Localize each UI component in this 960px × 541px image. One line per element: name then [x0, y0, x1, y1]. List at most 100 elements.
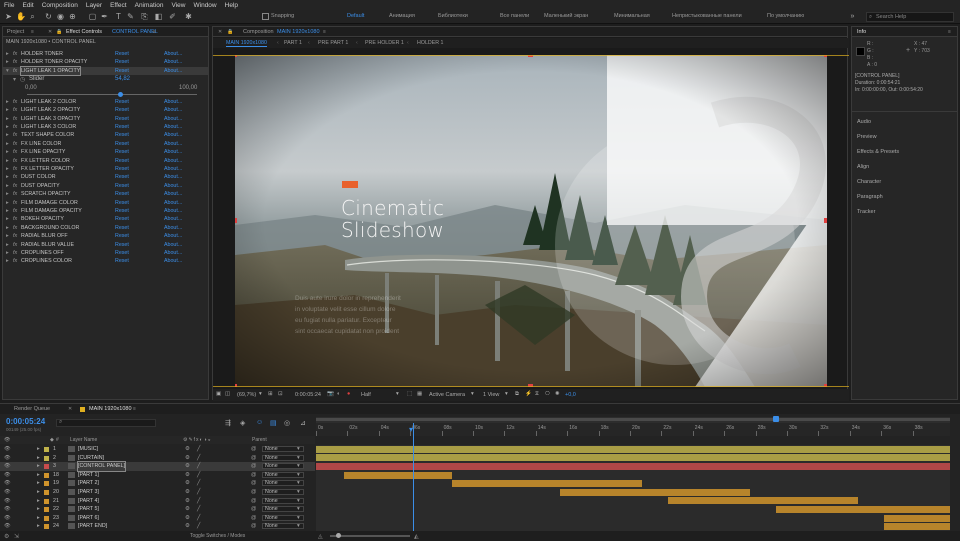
eye-icon[interactable]: 👁 [4, 454, 11, 462]
mask-visibility-icon[interactable]: ◫ [225, 391, 230, 397]
layer-bar[interactable] [776, 506, 950, 513]
menu-window[interactable]: Window [194, 2, 217, 9]
effect-row[interactable]: ▸ fx DUST OPACITY Reset About... [3, 182, 208, 190]
shy-switch-icon[interactable]: ⚙ [185, 522, 190, 530]
layer-name[interactable]: [PART 3] [78, 488, 99, 496]
effect-row[interactable]: ▸ fx FX LINE COLOR Reset About... [3, 140, 208, 148]
shy-switch-icon[interactable]: ⚙ [185, 454, 190, 462]
camera-select[interactable]: Active Camera [429, 392, 465, 398]
about-button[interactable]: About... [164, 207, 182, 215]
twirl-icon[interactable]: ▸ [6, 182, 9, 190]
effect-row[interactable]: ▸ fx CROPLINES COLOR Reset About... [3, 257, 208, 265]
toggle-switches-modes[interactable]: Toggle Switches / Modes [190, 533, 245, 539]
chevron-down-icon[interactable]: ▾ [396, 391, 399, 397]
chevron-down-icon[interactable]: ▾ [297, 479, 300, 487]
workspace-by-default[interactable]: По умолчанию [767, 13, 804, 19]
snapshot-icon[interactable]: 📷 [327, 391, 334, 397]
crumb-main[interactable]: MAIN 1920x1080 [226, 40, 267, 47]
label-color[interactable] [44, 447, 49, 452]
menu-file[interactable]: File [4, 2, 14, 9]
label-color[interactable] [44, 507, 49, 513]
menu-effect[interactable]: Effect [110, 2, 127, 9]
menu-animation[interactable]: Animation [135, 2, 164, 9]
eye-icon[interactable]: 👁 [4, 471, 11, 479]
layer-name[interactable]: [PART 6] [78, 514, 99, 522]
quality-switch-icon[interactable]: ╱ [197, 505, 200, 513]
menu-composition[interactable]: Composition [42, 2, 78, 9]
layer-row[interactable]: 👁 ▸ 20 [PART 3] ⚙ ╱ @ None ▾ [0, 488, 315, 496]
about-button[interactable]: About... [164, 157, 182, 165]
effect-row[interactable]: ▸ fx FILM DAMAGE COLOR Reset About... [3, 199, 208, 207]
tab-main-timeline[interactable]: MAIN 1920x1080 [89, 406, 132, 412]
region-of-interest-icon[interactable]: ⬚ [407, 391, 412, 397]
fx-toggle-icon[interactable]: fx [13, 241, 17, 249]
grid-icon[interactable]: ⊞ [268, 391, 273, 397]
about-button[interactable]: About... [164, 50, 182, 58]
about-button[interactable]: About... [164, 224, 182, 232]
panel-menu-icon[interactable]: ≡ [153, 29, 156, 35]
about-button[interactable]: About... [164, 140, 182, 148]
layer-row[interactable]: 👁 ▸ 23 [PART 6] ⚙ ╱ @ None ▾ [0, 514, 315, 522]
close-icon[interactable]: ✕ [68, 406, 72, 412]
selection-tool-icon[interactable]: ➤ [4, 12, 13, 21]
effect-row[interactable]: ▸ fx CROPLINES OFF Reset About... [3, 249, 208, 257]
label-color[interactable] [44, 498, 49, 504]
reset-button[interactable]: Reset [115, 106, 129, 114]
twirl-icon[interactable]: ▸ [37, 497, 40, 505]
quality-switch-icon[interactable]: ╱ [197, 479, 200, 487]
layer-name[interactable]: [MUSIC] [78, 445, 98, 453]
draft-3d-icon[interactable]: ◈ [240, 419, 245, 427]
twirl-icon[interactable]: ▸ [37, 454, 40, 462]
snapping-checkbox[interactable] [262, 13, 269, 20]
chevron-down-icon[interactable]: ▾ [297, 497, 300, 505]
about-button[interactable]: About... [164, 115, 182, 123]
tab-render-queue[interactable]: Render Queue [14, 406, 50, 412]
reset-button[interactable]: Reset [115, 50, 129, 58]
label-color[interactable] [44, 481, 49, 487]
fx-toggle-icon[interactable]: fx [13, 50, 17, 58]
shy-switch-icon[interactable]: ⚙ [185, 488, 190, 496]
twirl-icon[interactable]: ▸ [37, 462, 40, 470]
camera-tool-icon[interactable]: ◉ [56, 12, 65, 21]
timeline-search-input[interactable]: ⌕ [56, 419, 156, 427]
reset-button[interactable]: Reset [115, 98, 129, 106]
fx-toggle-icon[interactable]: fx [13, 173, 17, 181]
layer-bar[interactable] [316, 463, 950, 470]
effect-row[interactable]: ▸ fx FILM DAMAGE OPACITY Reset About... [3, 207, 208, 215]
timeline-zoom-slider[interactable] [330, 533, 410, 538]
playhead[interactable]: ▾ [409, 423, 414, 531]
panel-menu-icon[interactable]: ≡ [31, 29, 34, 35]
chevron-down-icon[interactable]: ▾ [259, 391, 262, 397]
panel-menu-icon[interactable]: ≡ [323, 29, 326, 35]
effect-row[interactable]: ▸ fx RADIAL BLUR VALUE Reset About... [3, 241, 208, 249]
label-color[interactable] [44, 515, 49, 521]
about-button[interactable]: About... [164, 58, 182, 66]
layer-row[interactable]: 👁 ▸ 2 [CURTAIN] ⚙ ╱ @ None ▾ [0, 454, 315, 462]
reset-button[interactable]: Reset [115, 140, 129, 148]
viewer-timecode[interactable]: 0:00:05:24 [295, 392, 321, 398]
transparency-grid-icon[interactable]: ▦ [417, 391, 422, 397]
parent-pickwhip-icon[interactable]: @ [251, 514, 256, 522]
layer-name[interactable]: [PART END] [78, 522, 107, 530]
layer-name[interactable]: [PART 1] [78, 471, 99, 479]
twirl-icon[interactable]: ▸ [6, 199, 9, 207]
hand-tool-icon[interactable]: ✋ [16, 12, 26, 21]
zoom-slider-thumb[interactable] [336, 533, 341, 538]
parent-pickwhip-icon[interactable]: @ [251, 522, 256, 530]
tab-effect-controls-layer[interactable]: CONTROL PANEL [112, 29, 158, 35]
twirl-icon[interactable]: ▸ [6, 157, 9, 165]
chevron-down-icon[interactable]: ▾ [297, 454, 300, 462]
zoom-in-icon[interactable]: ◭ [414, 533, 419, 540]
about-button[interactable]: About... [164, 190, 182, 198]
layer-bar[interactable] [452, 480, 642, 488]
channel-icon[interactable]: ● [347, 391, 350, 397]
twirl-icon[interactable]: ▸ [6, 173, 9, 181]
twirl-icon[interactable]: ▸ [6, 58, 9, 66]
shy-switch-icon[interactable]: ⚙ [185, 497, 190, 505]
layer-bar[interactable] [316, 445, 950, 453]
fx-toggle-icon[interactable]: fx [13, 207, 17, 215]
chevron-down-icon[interactable]: ▾ [505, 391, 508, 397]
fast-preview-icon[interactable]: ⚡ [525, 391, 532, 397]
composition-viewer[interactable]: Cinematic Slideshow Duis aute irure dolo… [235, 55, 827, 387]
workspace-all-panels[interactable]: Все панели [500, 13, 529, 19]
